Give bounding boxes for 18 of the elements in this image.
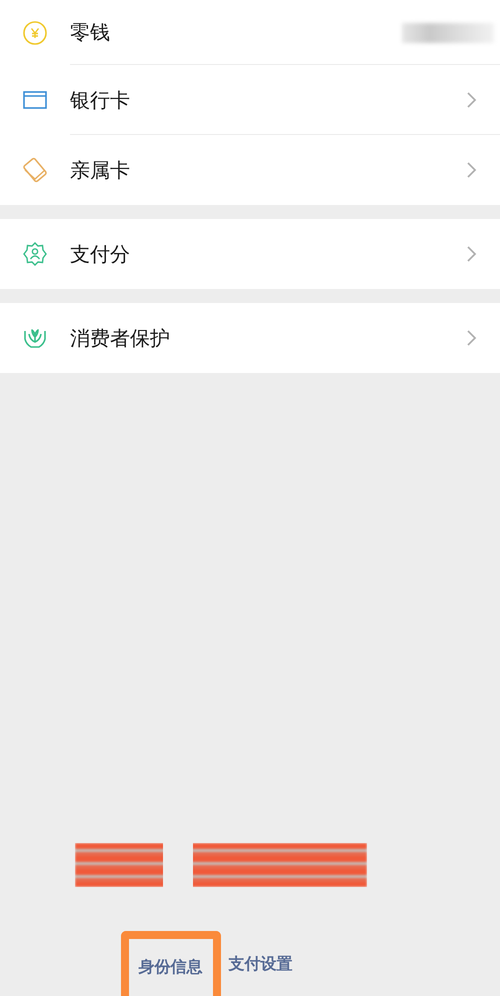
footer-link[interactable]: 支付设置 <box>220 931 300 996</box>
badge-person-icon <box>22 241 48 267</box>
list-item[interactable]: 支付分 <box>0 219 500 289</box>
yuan-coin-icon <box>22 20 48 46</box>
chevron-icon <box>466 161 478 179</box>
chevron-icon <box>466 91 478 109</box>
item-label: 支付分 <box>70 240 131 268</box>
footer-link[interactable]: 身份信息 <box>120 931 220 996</box>
item-label: 亲属卡 <box>70 156 131 184</box>
chevron-icon <box>466 329 478 347</box>
item-label: 零钱 <box>70 19 111 46</box>
item-label: 消费者保护 <box>70 324 171 352</box>
list-item[interactable]: 消费者保护 <box>0 303 500 373</box>
list-item[interactable]: 零钱 <box>0 0 500 65</box>
item-label: 银行卡 <box>70 86 131 114</box>
chevron-icon <box>466 245 478 263</box>
list-item[interactable]: 亲属卡 <box>0 135 500 205</box>
list-item[interactable]: 银行卡 <box>0 65 500 135</box>
